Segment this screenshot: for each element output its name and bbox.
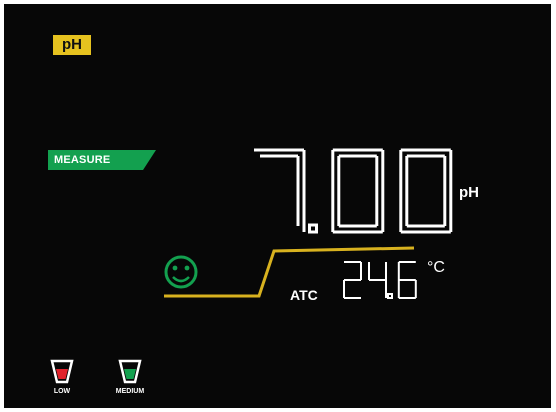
trend-line bbox=[164, 246, 415, 298]
main-reading-digit bbox=[399, 148, 453, 234]
buffer-medium-label: MEDIUM bbox=[115, 388, 145, 395]
meter-display: pH MEASURE pH ATC °C LOW MEDIUM bbox=[4, 4, 551, 408]
main-reading bbox=[254, 148, 453, 234]
buffer-low-icon bbox=[50, 359, 74, 384]
reading-unit: pH bbox=[459, 184, 479, 201]
buffer-medium-icon bbox=[118, 359, 142, 384]
temperature-digit bbox=[397, 261, 417, 299]
temperature-digit bbox=[368, 262, 387, 298]
temperature-reading bbox=[343, 261, 417, 299]
smiley-icon bbox=[164, 255, 198, 289]
temperature-decimal-point bbox=[387, 293, 393, 299]
main-reading-decimal-point bbox=[308, 223, 318, 234]
temperature-digit bbox=[343, 261, 362, 299]
temperature-unit: °C bbox=[427, 259, 445, 276]
buffer-low-label: LOW bbox=[53, 388, 71, 395]
display-graphics bbox=[50, 148, 453, 384]
atc-label: ATC bbox=[290, 287, 318, 303]
main-reading-digit bbox=[254, 148, 306, 232]
main-reading-digit bbox=[331, 148, 385, 234]
